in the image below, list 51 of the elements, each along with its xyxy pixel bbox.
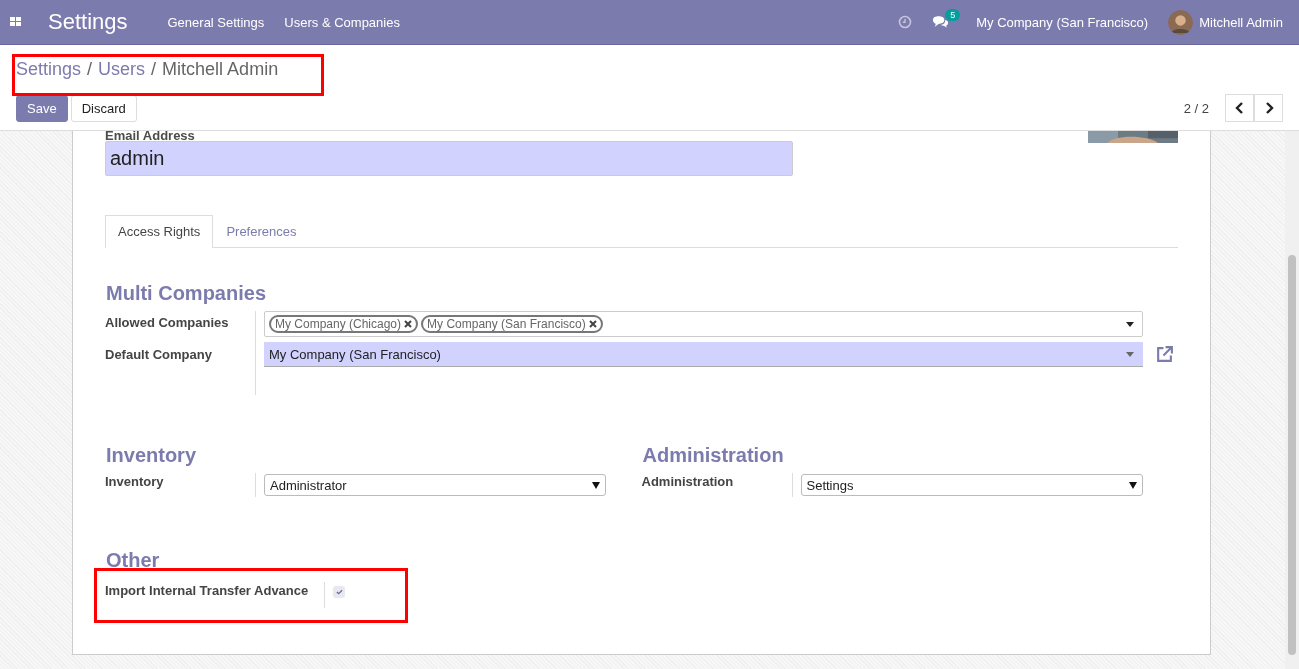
caret-icon xyxy=(1126,321,1134,327)
caret-icon xyxy=(592,481,600,489)
save-button[interactable]: Save xyxy=(16,94,68,122)
close-icon[interactable] xyxy=(588,320,597,328)
user-menu[interactable]: Mitchell Admin xyxy=(1199,14,1283,30)
tab[interactable]: Preferences xyxy=(213,215,310,248)
pager-counter: 2 / 2 xyxy=(1183,100,1209,116)
external-link-icon[interactable] xyxy=(1155,345,1174,364)
section-heading: Administration xyxy=(642,444,785,467)
avatar-icon[interactable] xyxy=(1168,9,1194,35)
company-switcher[interactable]: My Company (San Francisco) xyxy=(976,14,1149,30)
chevron-left-icon xyxy=(1234,102,1245,114)
section-heading: Other xyxy=(106,549,161,572)
breadcrumb-link[interactable]: Settings xyxy=(16,58,82,80)
section-heading: Multi Companies xyxy=(106,282,267,305)
apps-menu-icon[interactable] xyxy=(10,17,22,27)
field-label: Default Company xyxy=(105,347,213,362)
email-field[interactable]: admin xyxy=(105,141,793,176)
chat-icon[interactable] xyxy=(932,15,950,29)
clock-icon[interactable] xyxy=(898,15,913,29)
discard-button[interactable]: Discard xyxy=(70,94,137,122)
close-icon[interactable] xyxy=(404,320,413,328)
next-button[interactable] xyxy=(1254,94,1283,122)
scrollbar-thumb[interactable] xyxy=(1288,255,1296,655)
field-value: My Company (San Francisco) xyxy=(269,346,441,362)
message-count-badge: 5 xyxy=(945,9,961,21)
breadcrumb-separator: / xyxy=(151,58,157,80)
select-field[interactable]: Administrator xyxy=(264,474,606,496)
menu-item[interactable]: Users & Companies xyxy=(284,14,400,30)
select-field[interactable]: Settings xyxy=(800,474,1143,496)
app-title[interactable]: Settings xyxy=(48,9,128,35)
breadcrumb-separator: / xyxy=(87,58,93,80)
default-company-field[interactable]: My Company (San Francisco) xyxy=(264,342,1143,367)
tab[interactable]: Access Rights xyxy=(105,215,214,248)
section-heading: Inventory xyxy=(106,444,198,467)
field-label: Administration xyxy=(641,473,793,497)
field-label: Email Address xyxy=(105,130,196,141)
company-tag[interactable]: My Company (Chicago) xyxy=(269,315,419,333)
field-label: Import Internal Transfer Advance xyxy=(105,582,325,608)
chevron-right-icon xyxy=(1263,102,1274,114)
companies-tag-field[interactable]: My Company (Chicago) My Company (San Francisco) xyxy=(264,311,1143,337)
previous-button[interactable] xyxy=(1225,94,1254,122)
breadcrumb-current: Mitchell Admin xyxy=(162,58,279,80)
breadcrumb-link[interactable]: Users xyxy=(98,58,146,80)
field-label: Inventory xyxy=(105,473,256,497)
caret-icon xyxy=(1126,351,1134,357)
caret-icon xyxy=(1128,481,1137,489)
company-tag[interactable]: My Company (San Francisco) xyxy=(421,315,603,333)
field-label: Allowed Companies xyxy=(105,315,230,330)
checkbox[interactable] xyxy=(333,586,345,598)
menu-item[interactable]: General Settings xyxy=(167,14,265,30)
